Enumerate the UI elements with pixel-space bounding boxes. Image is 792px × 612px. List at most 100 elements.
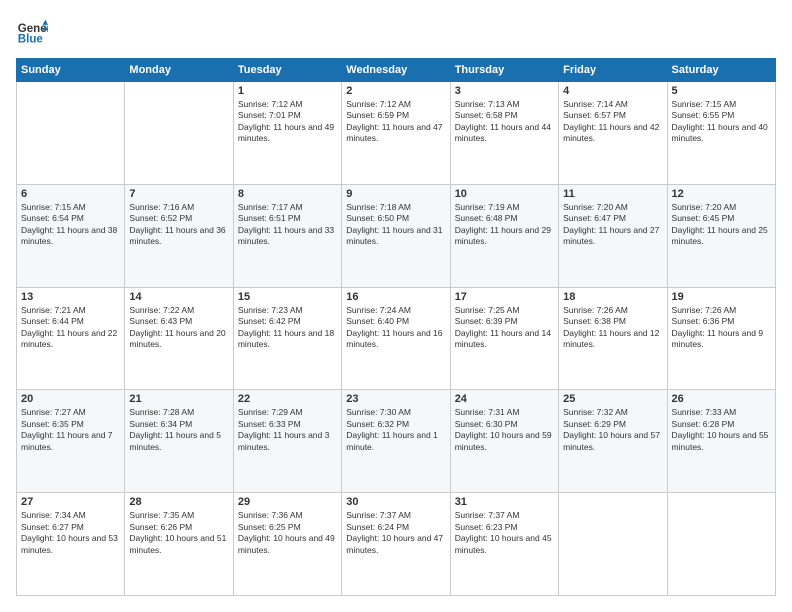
svg-text:Blue: Blue: [18, 34, 44, 46]
calendar-day-header: Tuesday: [233, 59, 341, 82]
day-content: Sunrise: 7:14 AM Sunset: 6:57 PM Dayligh…: [563, 99, 662, 145]
calendar-cell: 14Sunrise: 7:22 AM Sunset: 6:43 PM Dayli…: [125, 287, 233, 390]
calendar-cell: 8 Sunrise: 7:17 AM Sunset: 6:51 PM Daylig…: [233, 184, 341, 287]
calendar-week-row: 6Sunrise: 7:15 AM Sunset: 6:54 PM Daylig…: [17, 184, 776, 287]
calendar-cell: 13Sunrise: 7:21 AM Sunset: 6:44 PM Dayli…: [17, 287, 125, 390]
day-content: Sunrise: 7:33 AM Sunset: 6:28 PM Dayligh…: [672, 407, 771, 453]
calendar-cell: [125, 82, 233, 185]
day-content: Sunrise: 7:16 AM Sunset: 6:52 PM Dayligh…: [129, 202, 228, 248]
calendar-cell: 22 Sunrise: 7:29 AM Sunset: 6:33 PM Dayli…: [233, 390, 341, 493]
day-number: 14: [129, 291, 228, 303]
day-number: 4: [563, 85, 662, 97]
day-content: Sunrise: 7:28 AM Sunset: 6:34 PM Dayligh…: [129, 407, 228, 453]
day-content: Sunrise: 7:15 AM Sunset: 6:54 PM Dayligh…: [21, 202, 120, 248]
day-number: 31: [455, 496, 554, 508]
day-number: 28: [129, 496, 228, 508]
day-content: Sunrise: 7:29 AM Sunset: 6:33 PM Dayligh…: [238, 407, 337, 453]
day-number: 5: [672, 85, 771, 97]
day-content: Sunrise: 7:26 AM Sunset: 6:36 PM Dayligh…: [672, 305, 771, 351]
calendar-cell: 21 Sunrise: 7:28 AM Sunset: 6:34 PM Dayli…: [125, 390, 233, 493]
day-number: 16: [346, 291, 445, 303]
calendar-cell: 17 Sunrise: 7:25 AM Sunset: 6:39 PM Dayli…: [450, 287, 558, 390]
calendar-cell: 27 Sunrise: 7:34 AM Sunset: 6:27 PM Dayli…: [17, 493, 125, 596]
calendar-day-header: Monday: [125, 59, 233, 82]
day-content: Sunrise: 7:26 AM Sunset: 6:38 PM Dayligh…: [563, 305, 662, 351]
day-content: Sunrise: 7:12 AM Sunset: 6:59 PM Dayligh…: [346, 99, 445, 145]
day-content: Sunrise: 7:24 AM Sunset: 6:40 PM Dayligh…: [346, 305, 445, 351]
day-number: 2: [346, 85, 445, 97]
day-content: Sunrise: 7:17 AM Sunset: 6:51 PM Dayligh…: [238, 202, 337, 248]
calendar-table: SundayMondayTuesdayWednesdayThursdayFrid…: [16, 58, 776, 596]
day-number: 20: [21, 393, 120, 405]
calendar-day-header: Saturday: [667, 59, 775, 82]
calendar-cell: 28 Sunrise: 7:35 AM Sunset: 6:26 PM Dayli…: [125, 493, 233, 596]
calendar-day-header: Wednesday: [342, 59, 450, 82]
day-content: Sunrise: 7:31 AM Sunset: 6:30 PM Dayligh…: [455, 407, 554, 453]
day-content: Sunrise: 7:12 AM Sunset: 7:01 PM Dayligh…: [238, 99, 337, 145]
calendar-cell: 25 Sunrise: 7:32 AM Sunset: 6:29 PM Dayli…: [559, 390, 667, 493]
day-number: 25: [563, 393, 662, 405]
calendar-cell: 15 Sunrise: 7:23 AM Sunset: 6:42 PM Dayli…: [233, 287, 341, 390]
calendar-cell: 6Sunrise: 7:15 AM Sunset: 6:54 PM Daylig…: [17, 184, 125, 287]
day-number: 8: [238, 188, 337, 200]
day-number: 27: [21, 496, 120, 508]
calendar-cell: 2 Sunrise: 7:12 AM Sunset: 6:59 PM Daylig…: [342, 82, 450, 185]
calendar-cell: 11 Sunrise: 7:20 AM Sunset: 6:47 PM Dayli…: [559, 184, 667, 287]
day-number: 1: [238, 85, 337, 97]
calendar-cell: [667, 493, 775, 596]
day-number: 30: [346, 496, 445, 508]
calendar-week-row: 1 Sunrise: 7:12 AM Sunset: 7:01 PM Daylig…: [17, 82, 776, 185]
calendar-cell: 24 Sunrise: 7:31 AM Sunset: 6:30 PM Dayli…: [450, 390, 558, 493]
logo-icon: General Blue: [16, 16, 48, 48]
day-content: Sunrise: 7:18 AM Sunset: 6:50 PM Dayligh…: [346, 202, 445, 248]
day-content: Sunrise: 7:23 AM Sunset: 6:42 PM Dayligh…: [238, 305, 337, 351]
calendar-header-row: SundayMondayTuesdayWednesdayThursdayFrid…: [17, 59, 776, 82]
header: General Blue: [16, 16, 776, 48]
day-number: 29: [238, 496, 337, 508]
day-content: Sunrise: 7:37 AM Sunset: 6:23 PM Dayligh…: [455, 510, 554, 556]
day-content: Sunrise: 7:20 AM Sunset: 6:47 PM Dayligh…: [563, 202, 662, 248]
day-content: Sunrise: 7:19 AM Sunset: 6:48 PM Dayligh…: [455, 202, 554, 248]
day-number: 19: [672, 291, 771, 303]
calendar-cell: 19 Sunrise: 7:26 AM Sunset: 6:36 PM Dayli…: [667, 287, 775, 390]
calendar-cell: 20Sunrise: 7:27 AM Sunset: 6:35 PM Dayli…: [17, 390, 125, 493]
calendar-cell: 18Sunrise: 7:26 AM Sunset: 6:38 PM Dayli…: [559, 287, 667, 390]
calendar-cell: 31 Sunrise: 7:37 AM Sunset: 6:23 PM Dayli…: [450, 493, 558, 596]
day-content: Sunrise: 7:37 AM Sunset: 6:24 PM Dayligh…: [346, 510, 445, 556]
day-content: Sunrise: 7:30 AM Sunset: 6:32 PM Dayligh…: [346, 407, 445, 453]
day-number: 21: [129, 393, 228, 405]
day-number: 11: [563, 188, 662, 200]
day-number: 7: [129, 188, 228, 200]
day-content: Sunrise: 7:34 AM Sunset: 6:27 PM Dayligh…: [21, 510, 120, 556]
calendar-cell: 7 Sunrise: 7:16 AM Sunset: 6:52 PM Daylig…: [125, 184, 233, 287]
day-content: Sunrise: 7:32 AM Sunset: 6:29 PM Dayligh…: [563, 407, 662, 453]
page: General Blue SundayMondayTuesdayWednesda…: [0, 0, 792, 612]
day-content: Sunrise: 7:25 AM Sunset: 6:39 PM Dayligh…: [455, 305, 554, 351]
day-number: 13: [21, 291, 120, 303]
calendar-cell: 10Sunrise: 7:19 AM Sunset: 6:48 PM Dayli…: [450, 184, 558, 287]
calendar-cell: [559, 493, 667, 596]
calendar-cell: 3Sunrise: 7:13 AM Sunset: 6:58 PM Daylig…: [450, 82, 558, 185]
calendar-day-header: Sunday: [17, 59, 125, 82]
day-number: 23: [346, 393, 445, 405]
day-number: 12: [672, 188, 771, 200]
calendar-cell: 16 Sunrise: 7:24 AM Sunset: 6:40 PM Dayli…: [342, 287, 450, 390]
day-content: Sunrise: 7:15 AM Sunset: 6:55 PM Dayligh…: [672, 99, 771, 145]
calendar-cell: 5 Sunrise: 7:15 AM Sunset: 6:55 PM Daylig…: [667, 82, 775, 185]
day-number: 24: [455, 393, 554, 405]
calendar-cell: 30 Sunrise: 7:37 AM Sunset: 6:24 PM Dayli…: [342, 493, 450, 596]
day-number: 9: [346, 188, 445, 200]
day-number: 17: [455, 291, 554, 303]
calendar-cell: [17, 82, 125, 185]
calendar-cell: 26 Sunrise: 7:33 AM Sunset: 6:28 PM Dayli…: [667, 390, 775, 493]
day-content: Sunrise: 7:35 AM Sunset: 6:26 PM Dayligh…: [129, 510, 228, 556]
day-number: 26: [672, 393, 771, 405]
day-content: Sunrise: 7:20 AM Sunset: 6:45 PM Dayligh…: [672, 202, 771, 248]
calendar-cell: 4 Sunrise: 7:14 AM Sunset: 6:57 PM Daylig…: [559, 82, 667, 185]
day-number: 3: [455, 85, 554, 97]
calendar-week-row: 20Sunrise: 7:27 AM Sunset: 6:35 PM Dayli…: [17, 390, 776, 493]
day-number: 22: [238, 393, 337, 405]
calendar-cell: 12 Sunrise: 7:20 AM Sunset: 6:45 PM Dayli…: [667, 184, 775, 287]
calendar-cell: 23 Sunrise: 7:30 AM Sunset: 6:32 PM Dayli…: [342, 390, 450, 493]
day-number: 15: [238, 291, 337, 303]
